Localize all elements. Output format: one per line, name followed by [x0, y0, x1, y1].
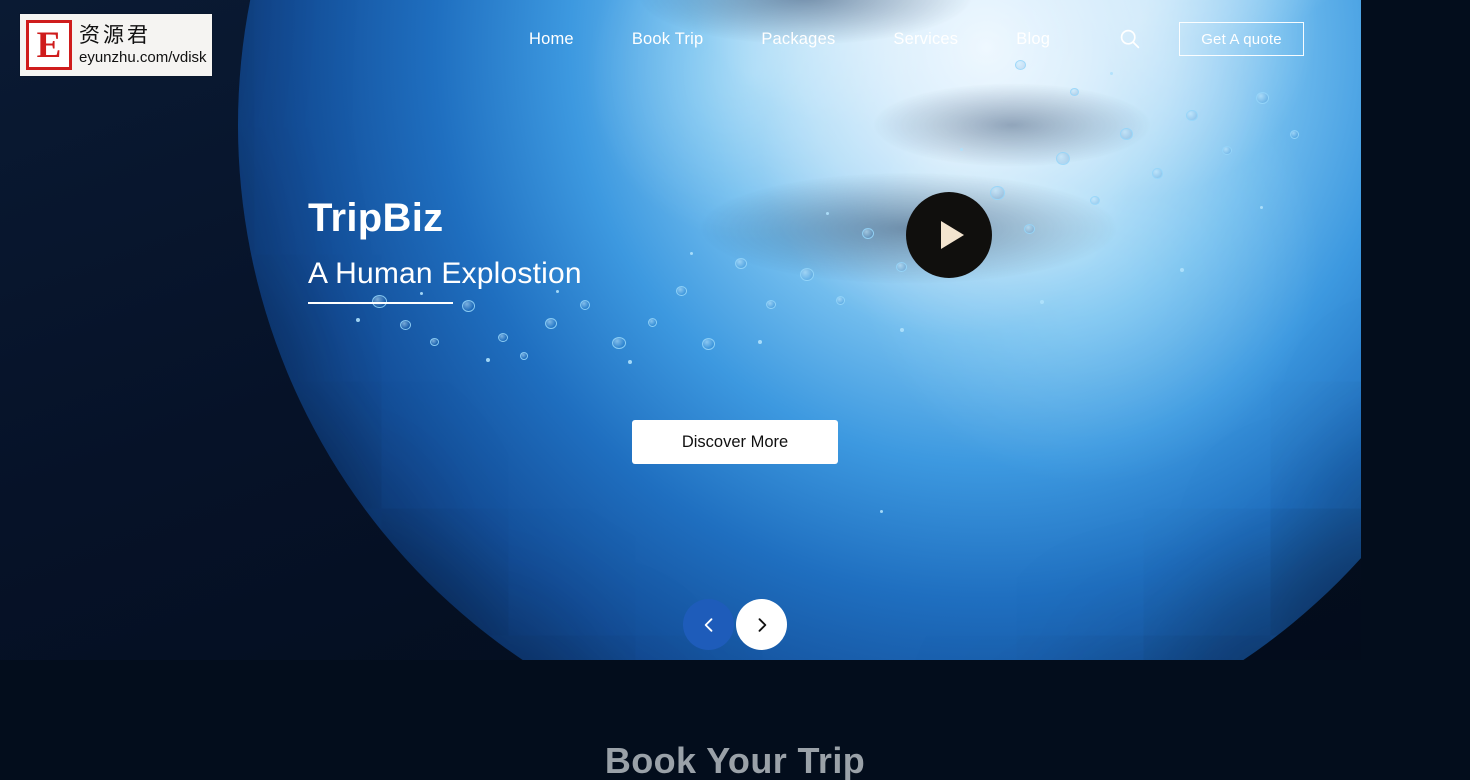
watermark-logo-icon: E [26, 20, 72, 70]
hero-underline [308, 302, 453, 304]
nav-item-book-trip[interactable]: Book Trip [603, 30, 733, 49]
slider-next-button[interactable] [736, 599, 787, 650]
nav-item-blog[interactable]: Blog [987, 30, 1079, 49]
get-a-quote-button[interactable]: Get A quote [1179, 22, 1304, 56]
nav-item-home[interactable]: Home [500, 30, 603, 49]
hero-title: TripBiz [308, 196, 444, 240]
top-navigation-bar: TripBiz Home Book Trip Packages Services… [0, 0, 1470, 78]
nav-item-services[interactable]: Services [864, 30, 987, 49]
hero-subtitle: A Human Explostion [308, 257, 582, 290]
chevron-right-icon [758, 617, 766, 632]
nav-item-packages[interactable]: Packages [732, 30, 864, 49]
search-icon [1120, 29, 1140, 49]
book-trip-section: Book Your Trip [0, 660, 1470, 780]
wave-image [238, 0, 1361, 660]
watermark-overlay: E 资源君 eyunzhu.com/vdisk [20, 14, 212, 76]
slider-navigation [683, 599, 787, 650]
slider-prev-button[interactable] [683, 599, 734, 650]
chevron-left-icon [704, 617, 712, 632]
page-root: TripBiz Home Book Trip Packages Services… [0, 0, 1470, 780]
search-button[interactable] [1114, 23, 1146, 55]
book-trip-heading: Book Your Trip [604, 740, 866, 780]
play-video-button[interactable] [906, 192, 992, 278]
watermark-chinese-label: 资源君 [79, 23, 151, 48]
watermark-text: 资源君 eyunzhu.com/vdisk [79, 23, 207, 66]
watermark-url: eyunzhu.com/vdisk [79, 48, 207, 66]
watermark-letter: E [36, 24, 62, 66]
hero-content: TripBiz A Human Explostion [308, 196, 582, 304]
nav-menu: Home Book Trip Packages Services Blog [500, 0, 1079, 78]
discover-more-button[interactable]: Discover More [632, 420, 838, 464]
hero-banner [0, 0, 1361, 660]
play-icon [940, 221, 964, 249]
